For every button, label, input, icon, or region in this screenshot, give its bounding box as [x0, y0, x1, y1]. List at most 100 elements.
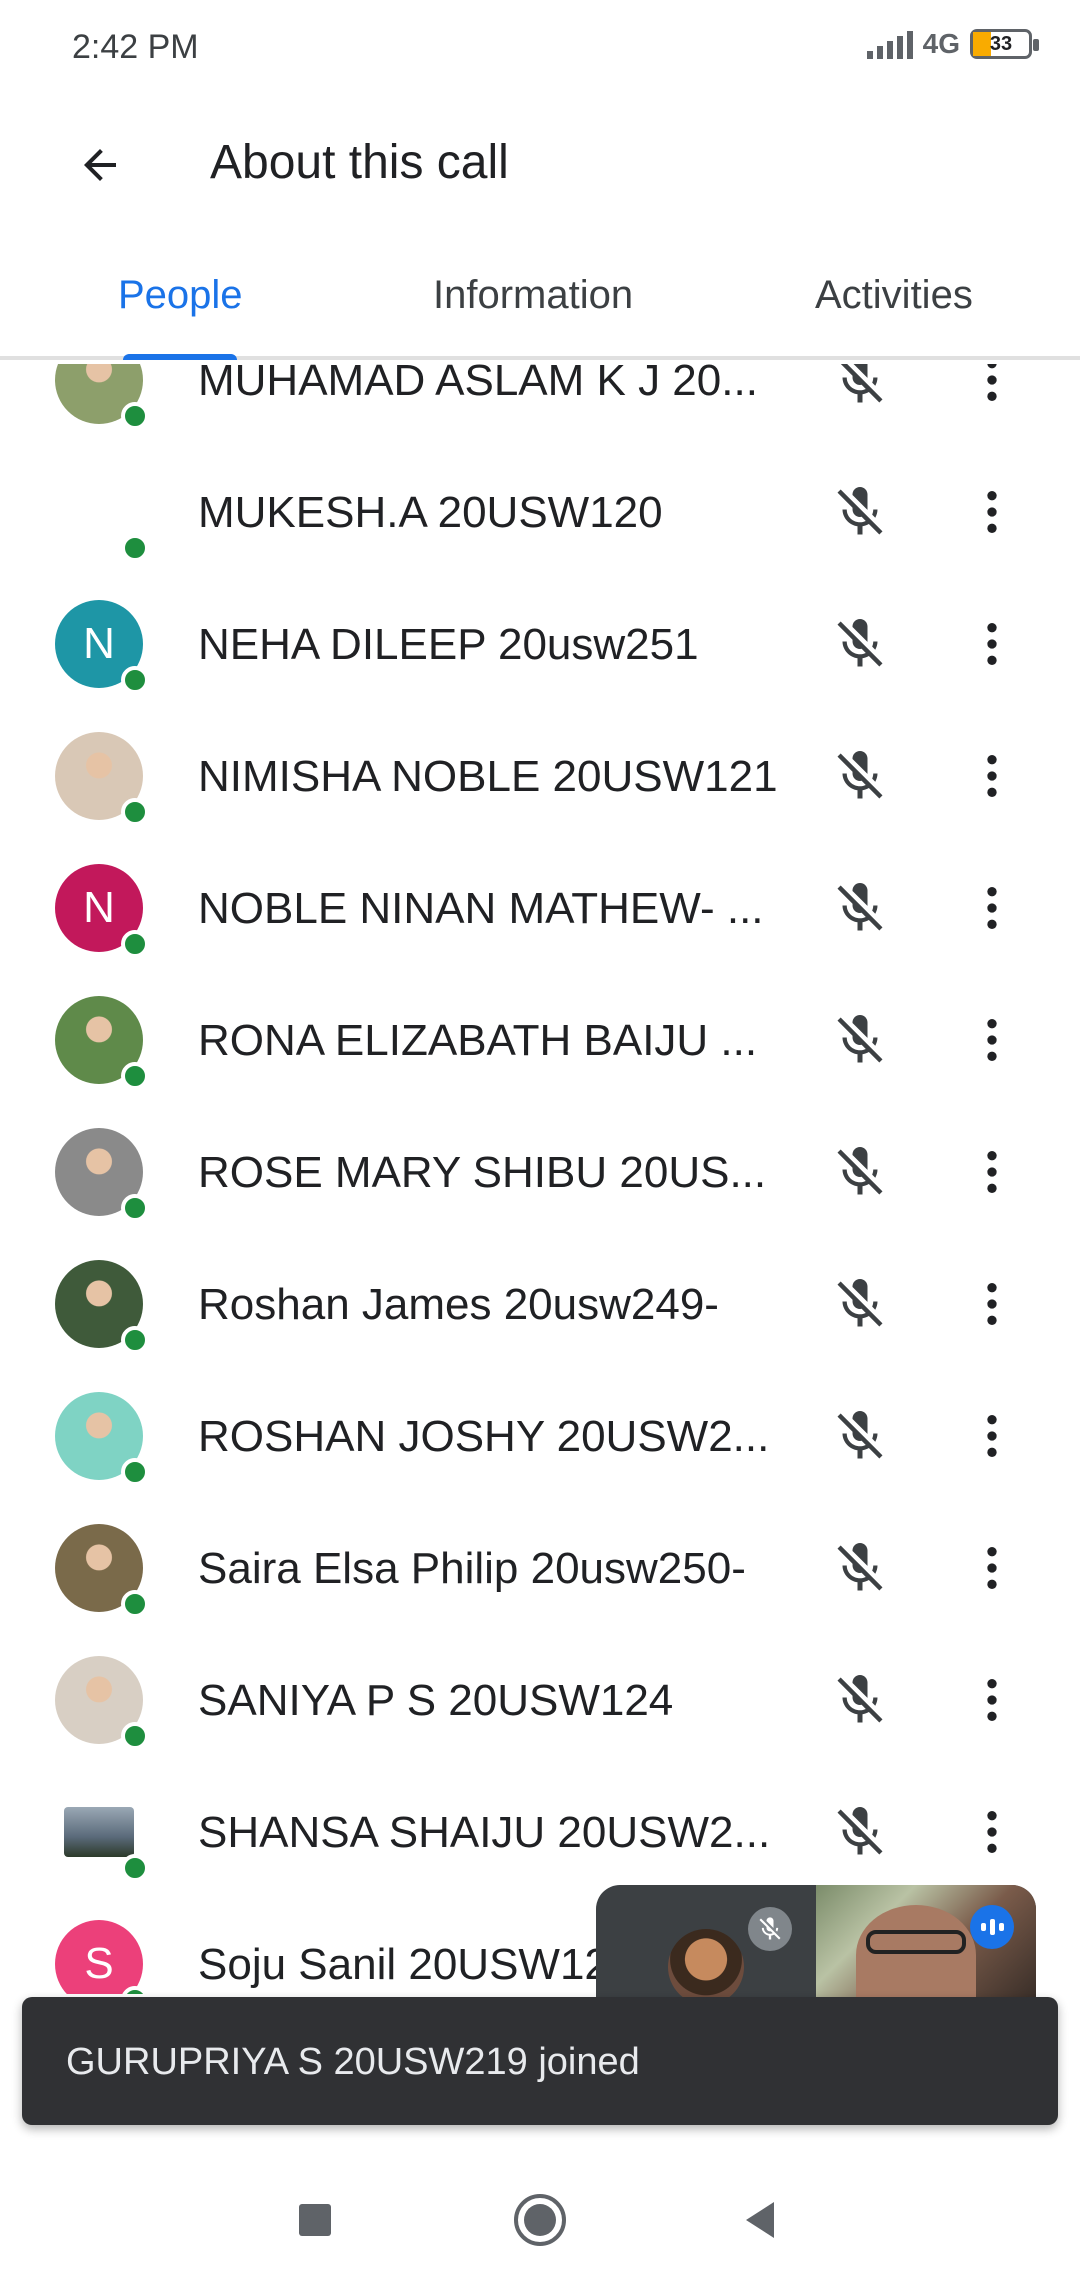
mute-status-button[interactable]	[820, 364, 900, 416]
letter-avatar: S	[55, 1920, 143, 1994]
status-bar: 2:42 PM 4G 33	[0, 0, 1080, 95]
more-vert-icon	[987, 491, 997, 533]
battery-percent: 33	[989, 33, 1013, 55]
more-vert-icon	[987, 364, 997, 401]
tab-indicator	[123, 354, 237, 360]
self-view-tile[interactable]	[596, 1885, 1036, 1997]
mic-off-icon	[837, 751, 883, 799]
avatar-wrapper	[55, 1260, 149, 1354]
mic-off-icon	[837, 883, 883, 931]
app-bar: About this call	[0, 95, 1080, 235]
more-vert-icon	[987, 1679, 997, 1721]
participant-row[interactable]: NIMISHA NOBLE 20USW121	[0, 710, 1080, 842]
mute-status-button[interactable]	[820, 1268, 900, 1340]
more-options-button[interactable]	[952, 476, 1032, 548]
mute-status-button[interactable]	[820, 1400, 900, 1472]
online-status-dot	[121, 666, 149, 694]
more-options-button[interactable]	[952, 1664, 1032, 1736]
self-avatar	[668, 1929, 744, 1997]
mute-status-button[interactable]	[820, 1664, 900, 1736]
more-options-button[interactable]	[952, 872, 1032, 944]
back-button[interactable]	[60, 125, 140, 205]
more-vert-icon	[987, 1019, 997, 1061]
more-vert-icon	[987, 1415, 997, 1457]
participant-row[interactable]: Roshan James 20usw249-	[0, 1238, 1080, 1370]
tab-information[interactable]: Information	[433, 273, 633, 318]
participant-name: Roshan James 20usw249-	[198, 1280, 719, 1329]
avatar-wrapper	[55, 364, 149, 430]
participant-row[interactable]: SHANSA SHAIJU 20USW2...	[0, 1766, 1080, 1898]
more-options-button[interactable]	[952, 1136, 1032, 1208]
avatar-wrapper	[55, 1656, 149, 1750]
participant-row[interactable]: N NEHA DILEEP 20usw251	[0, 578, 1080, 710]
camera-glasses	[866, 1930, 966, 1954]
mute-status-button[interactable]	[820, 476, 900, 548]
join-snackbar: GURUPRIYA S 20USW219 joined	[22, 1997, 1058, 2125]
more-options-button[interactable]	[952, 1400, 1032, 1472]
mute-status-button[interactable]	[820, 1136, 900, 1208]
avatar-wrapper	[55, 732, 149, 826]
more-options-button[interactable]	[952, 1532, 1032, 1604]
avatar-wrapper: N	[55, 600, 149, 694]
home-button[interactable]	[505, 2185, 575, 2255]
online-status-dot	[121, 534, 149, 562]
mic-off-icon	[748, 1907, 792, 1951]
participant-row[interactable]: ROSE MARY SHIBU 20US...	[0, 1106, 1080, 1238]
participant-row[interactable]: Saira Elsa Philip 20usw250-	[0, 1502, 1080, 1634]
photo-avatar	[64, 1807, 134, 1857]
participant-name: RONA ELIZABATH BAIJU ...	[198, 1016, 758, 1065]
battery-icon: 33	[970, 29, 1039, 59]
status-icons: 4G 33	[866, 28, 1039, 60]
back-nav-button[interactable]	[725, 2185, 795, 2255]
mute-status-button[interactable]	[820, 740, 900, 812]
more-options-button[interactable]	[952, 364, 1032, 416]
participant-name: SHANSA SHAIJU 20USW2...	[198, 1808, 771, 1857]
mute-status-button[interactable]	[820, 1532, 900, 1604]
tab-people[interactable]: People	[118, 273, 243, 318]
self-view-avatar-area	[596, 1885, 816, 1997]
participant-row[interactable]: MUKESH.A 20USW120	[0, 446, 1080, 578]
tab-activities[interactable]: Activities	[815, 273, 973, 318]
avatar-wrapper	[55, 1788, 149, 1882]
more-options-button[interactable]	[952, 740, 1032, 812]
signal-strength-icon	[866, 29, 913, 59]
more-vert-icon	[987, 1283, 997, 1325]
mute-status-button[interactable]	[820, 608, 900, 680]
participant-row[interactable]: SANIYA P S 20USW124	[0, 1634, 1080, 1766]
avatar-wrapper	[55, 1128, 149, 1222]
participant-row[interactable]: ROSHAN JOSHY 20USW2...	[0, 1370, 1080, 1502]
participant-row[interactable]: N NOBLE NINAN MATHEW- ...	[0, 842, 1080, 974]
mic-off-icon	[837, 1675, 883, 1723]
more-options-button[interactable]	[952, 1268, 1032, 1340]
participant-list[interactable]: MUHAMAD ASLAM K J 20... MUKESH.A 20USW120…	[0, 364, 1080, 1994]
participant-name: NIMISHA NOBLE 20USW121	[198, 752, 778, 801]
mute-status-button[interactable]	[820, 1796, 900, 1868]
participant-name: MUKESH.A 20USW120	[198, 488, 663, 537]
online-status-dot	[121, 1722, 149, 1750]
self-camera-preview	[816, 1885, 1036, 1997]
mute-status-button[interactable]	[820, 872, 900, 944]
online-status-dot	[121, 798, 149, 826]
more-vert-icon	[987, 623, 997, 665]
participant-row[interactable]: MUHAMAD ASLAM K J 20...	[0, 364, 1080, 446]
more-options-button[interactable]	[952, 608, 1032, 680]
participant-name: NOBLE NINAN MATHEW- ...	[198, 884, 764, 933]
online-status-dot	[121, 402, 149, 430]
avatar-wrapper	[55, 996, 149, 1090]
participant-name: NEHA DILEEP 20usw251	[198, 620, 699, 669]
avatar-wrapper	[55, 1392, 149, 1486]
system-nav-bar	[0, 2150, 1080, 2280]
mic-off-icon	[837, 1015, 883, 1063]
mic-off-icon	[837, 1807, 883, 1855]
participant-name: ROSHAN JOSHY 20USW2...	[198, 1412, 770, 1461]
participant-row[interactable]: RONA ELIZABATH BAIJU ...	[0, 974, 1080, 1106]
more-vert-icon	[987, 887, 997, 929]
tab-bar: People Information Activities	[0, 235, 1080, 360]
avatar-wrapper: N	[55, 864, 149, 958]
mic-off-icon	[837, 1411, 883, 1459]
online-status-dot	[121, 1590, 149, 1618]
more-options-button[interactable]	[952, 1796, 1032, 1868]
more-options-button[interactable]	[952, 1004, 1032, 1076]
mute-status-button[interactable]	[820, 1004, 900, 1076]
recents-button[interactable]	[280, 2185, 350, 2255]
